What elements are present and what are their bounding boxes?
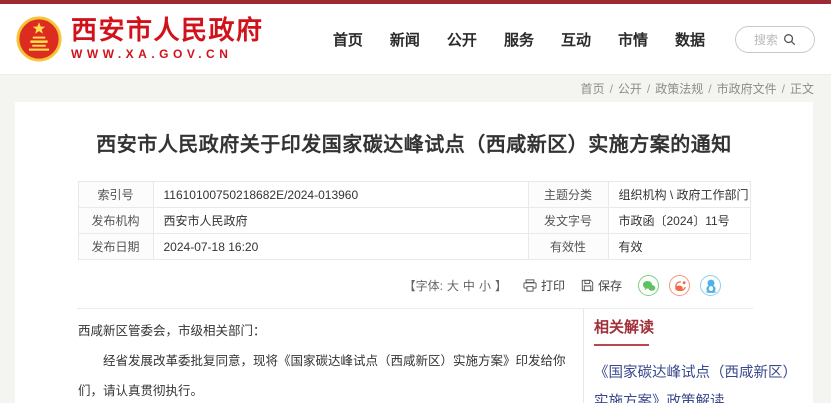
article-toolbar: 【字体: 大 中 小 】 打印 <box>15 275 721 296</box>
document-meta-table: 索引号 11610100750218682E/2024-013960 主题分类 … <box>78 181 751 260</box>
related-sidebar: 相关解读 《国家碳达峰试点（西咸新区）实施方案》政策解读 <box>583 309 813 403</box>
font-size-small-button[interactable]: 小 <box>479 277 491 294</box>
font-size-prefix: 【字体: <box>404 277 443 294</box>
share-wechat-button[interactable] <box>638 275 659 296</box>
national-emblem-icon <box>16 16 62 62</box>
meta-label-topic-category: 主题分类 <box>528 182 608 208</box>
site-header: 西安市人民政府 WWW.XA.GOV.CN 首页 新闻 公开 服务 互动 市情 … <box>0 4 831 75</box>
article-card: 西安市人民政府关于印发国家碳达峰试点（西咸新区）实施方案的通知 索引号 1161… <box>15 102 813 403</box>
meta-label-document-number: 发文字号 <box>528 208 608 234</box>
meta-value-publish-date: 2024-07-18 16:20 <box>153 234 528 260</box>
breadcrumb-item-home[interactable]: 首页 <box>581 80 605 97</box>
print-label: 打印 <box>541 277 565 294</box>
save-button[interactable]: 保存 <box>581 277 622 294</box>
nav-item-disclosure[interactable]: 公开 <box>447 29 477 50</box>
nav-item-interaction[interactable]: 互动 <box>561 29 591 50</box>
meta-row: 发布机构 西安市人民政府 发文字号 市政函〔2024〕11号 <box>78 208 750 234</box>
breadcrumb-separator: / <box>708 82 711 96</box>
meta-row: 发布日期 2024-07-18 16:20 有效性 有效 <box>78 234 750 260</box>
related-heading: 相关解读 <box>594 319 807 337</box>
search-input[interactable]: 搜索 <box>735 26 815 53</box>
search-icon[interactable] <box>783 33 796 46</box>
printer-icon <box>523 279 537 292</box>
breadcrumb-item-current: 正文 <box>790 80 814 97</box>
meta-label-index-number: 索引号 <box>78 182 153 208</box>
article-body: 西咸新区管委会，市级相关部门： 经省发展改革委批复同意，现将《国家碳达峰试点（西… <box>15 309 583 403</box>
search-placeholder: 搜索 <box>754 31 778 48</box>
meta-value-issuing-agency: 西安市人民政府 <box>153 208 528 234</box>
qq-icon <box>705 279 717 293</box>
article-title: 西安市人民政府关于印发国家碳达峰试点（西咸新区）实施方案的通知 <box>55 132 773 158</box>
share-weibo-button[interactable] <box>669 275 690 296</box>
site-logo[interactable]: 西安市人民政府 WWW.XA.GOV.CN <box>16 16 264 62</box>
salutation: 西咸新区管委会，市级相关部门： <box>78 316 571 346</box>
meta-label-issuing-agency: 发布机构 <box>78 208 153 234</box>
nav-item-services[interactable]: 服务 <box>504 29 534 50</box>
meta-value-topic-category: 组织机构 \ 政府工作部门 <box>608 182 750 208</box>
site-title-group: 西安市人民政府 WWW.XA.GOV.CN <box>71 17 264 61</box>
article-bottom-section: 西咸新区管委会，市级相关部门： 经省发展改革委批复同意，现将《国家碳达峰试点（西… <box>15 309 813 403</box>
meta-value-index-number: 11610100750218682E/2024-013960 <box>153 182 528 208</box>
save-label: 保存 <box>598 277 622 294</box>
save-icon <box>581 279 594 292</box>
nav-item-news[interactable]: 新闻 <box>390 29 420 50</box>
wechat-icon <box>642 280 656 292</box>
font-size-large-button[interactable]: 大 <box>447 277 459 294</box>
font-size-medium-button[interactable]: 中 <box>463 277 475 294</box>
breadcrumb-item-policies[interactable]: 政策法规 <box>655 80 703 97</box>
breadcrumb-separator: / <box>610 82 613 96</box>
font-size-control: 【字体: 大 中 小 】 <box>404 277 507 294</box>
nav-item-data[interactable]: 数据 <box>675 29 705 50</box>
site-url: WWW.XA.GOV.CN <box>71 47 264 61</box>
meta-value-document-number: 市政函〔2024〕11号 <box>608 208 750 234</box>
breadcrumb-separator: / <box>647 82 650 96</box>
meta-label-publish-date: 发布日期 <box>78 234 153 260</box>
breadcrumb-item-disclosure[interactable]: 公开 <box>618 80 642 97</box>
site-title: 西安市人民政府 <box>71 17 264 44</box>
breadcrumb-separator: / <box>782 82 785 96</box>
breadcrumb-item-city-gov-documents[interactable]: 市政府文件 <box>717 80 777 97</box>
related-heading-underline <box>594 344 649 346</box>
meta-label-validity: 有效性 <box>528 234 608 260</box>
article-paragraph: 经省发展改革委批复同意，现将《国家碳达峰试点（西咸新区）实施方案》印发给你们，请… <box>78 346 571 403</box>
nav-item-city-info[interactable]: 市情 <box>618 29 648 50</box>
nav-item-home[interactable]: 首页 <box>333 29 363 50</box>
meta-row: 索引号 11610100750218682E/2024-013960 主题分类 … <box>78 182 750 208</box>
breadcrumb: 首页 / 公开 / 政策法规 / 市政府文件 / 正文 <box>0 75 831 102</box>
related-interpretation-link[interactable]: 《国家碳达峰试点（西咸新区）实施方案》政策解读 <box>594 359 807 403</box>
font-size-suffix: 】 <box>495 277 507 294</box>
weibo-icon <box>673 280 687 292</box>
meta-value-validity: 有效 <box>608 234 750 260</box>
print-button[interactable]: 打印 <box>523 277 565 294</box>
share-qq-button[interactable] <box>700 275 721 296</box>
main-nav: 首页 新闻 公开 服务 互动 市情 数据 <box>333 29 705 50</box>
